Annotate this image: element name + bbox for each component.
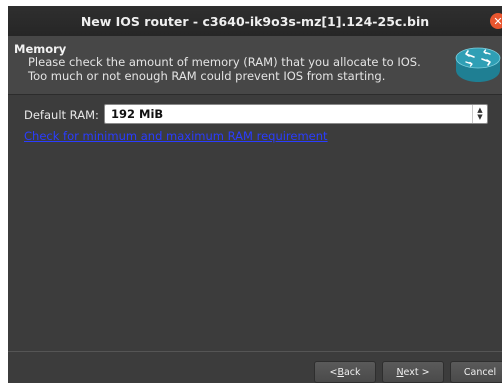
default-ram-label: Default RAM: [24, 108, 99, 122]
default-ram-value[interactable]: 192 MiB [105, 107, 472, 121]
cancel-button[interactable]: Cancel [450, 361, 502, 383]
page-title: Memory [14, 42, 67, 56]
title-bar[interactable]: New IOS router - c3640-ik9o3s-mz[1].124-… [8, 6, 502, 36]
header-divider [8, 94, 502, 95]
spin-arrows-icon[interactable]: ▲ ▼ [472, 105, 487, 123]
ram-requirement-link[interactable]: Check for minimum and maximum RAM requir… [24, 129, 328, 143]
router-icon [455, 47, 501, 82]
default-ram-spinbox[interactable]: 192 MiB ▲ ▼ [104, 104, 488, 124]
next-button[interactable]: Next > [382, 361, 444, 383]
spin-down-icon[interactable]: ▼ [477, 114, 482, 121]
close-button[interactable]: ✕ [490, 13, 502, 29]
back-button[interactable]: < Back [314, 361, 376, 383]
window-title: New IOS router - c3640-ik9o3s-mz[1].124-… [80, 13, 430, 29]
page-description: Please check the amount of memory (RAM) … [28, 55, 421, 83]
wizard-window: New IOS router - c3640-ik9o3s-mz[1].124-… [8, 6, 502, 383]
wizard-header: Memory Please check the amount of memory… [8, 36, 502, 94]
footer-divider [8, 351, 502, 352]
close-icon: ✕ [493, 14, 502, 28]
